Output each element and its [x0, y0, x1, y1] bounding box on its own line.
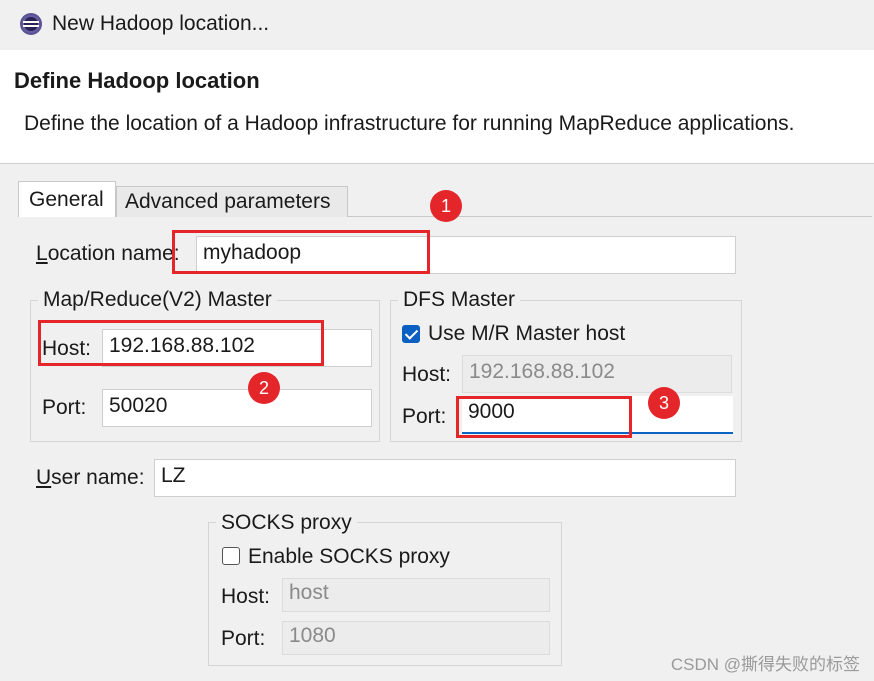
use-mr-master-host-checkbox[interactable]: [402, 325, 420, 343]
socks-proxy-legend: SOCKS proxy: [216, 511, 357, 535]
socks-port-input[interactable]: 1080: [282, 621, 550, 655]
enable-socks-proxy-checkbox[interactable]: [222, 547, 240, 565]
tab-general[interactable]: General: [18, 181, 116, 217]
tab-advanced-parameters[interactable]: Advanced parameters: [116, 186, 348, 217]
socks-host-input[interactable]: host: [282, 578, 550, 612]
user-name-label: User name:: [36, 466, 145, 489]
enable-socks-proxy-label: Enable SOCKS proxy: [248, 545, 450, 568]
page-title: Define Hadoop location: [14, 68, 260, 93]
user-name-input[interactable]: LZ: [154, 459, 736, 497]
use-mr-master-host-label: Use M/R Master host: [428, 322, 626, 345]
dfs-master-legend: DFS Master: [398, 288, 521, 312]
socks-port-label: Port:: [221, 627, 266, 650]
annotation-box-location: [172, 230, 430, 274]
window-title: New Hadoop location...: [52, 12, 270, 35]
eclipse-app-icon: [20, 13, 42, 35]
dfs-host-input[interactable]: 192.168.88.102: [462, 355, 732, 393]
watermark-text: CSDN @撕得失败的标签: [670, 655, 860, 674]
socks-host-label: Host:: [221, 585, 271, 608]
mr-port-input[interactable]: 50020: [102, 389, 372, 427]
page-description: Define the location of a Hadoop infrastr…: [24, 112, 795, 135]
annotation-box-mr-host: [38, 320, 324, 366]
location-name-label: Location name:: [36, 242, 180, 265]
annotation-marker-2: 2: [248, 372, 280, 404]
annotation-marker-3: 3: [648, 387, 680, 419]
mr-port-label: Port:: [42, 396, 87, 419]
dfs-host-label: Host:: [402, 363, 452, 386]
mr-master-legend: Map/Reduce(V2) Master: [38, 288, 277, 312]
annotation-box-dfs-port: [456, 396, 632, 438]
dfs-port-label: Port:: [402, 405, 447, 428]
annotation-marker-1: 1: [430, 190, 462, 222]
